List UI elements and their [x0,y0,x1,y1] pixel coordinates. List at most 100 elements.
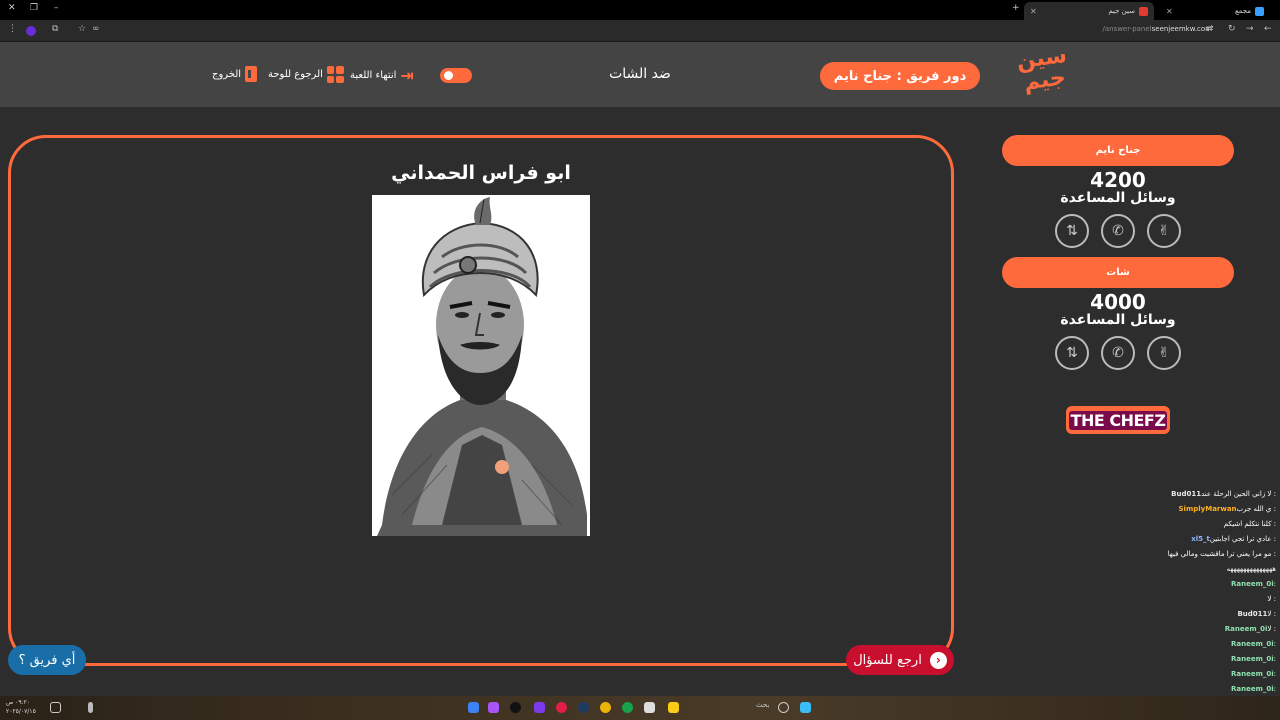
url-domain: seenjeemkw.com [1151,25,1212,33]
app-icon[interactable] [488,702,499,713]
steam-icon[interactable] [578,702,589,713]
chat-message: :Raneem_0i [1126,652,1276,667]
menu-icon[interactable]: ⋮ [8,24,17,34]
minimize-window-icon[interactable]: – [54,3,59,13]
team-name: جناح نايم [1002,135,1234,166]
close-tab-icon[interactable]: ✕ [1166,7,1173,16]
phone-aid-icon[interactable]: ✆ [1101,214,1135,248]
chat-text: : [1273,655,1276,663]
chat-message: : لاRaneem_0i [1126,622,1276,637]
chat-text: ههههههههههههههه [1226,565,1276,573]
tab-other[interactable]: ✕ مجمع [1160,2,1270,20]
chat-username: Raneem_0i [1230,580,1274,588]
clock-date: ٢٠٢٥/٠٧/١٥ [6,708,36,715]
chat-username: SimplyMarwan [1178,505,1237,513]
app-icon[interactable] [534,702,545,713]
aids-label: وسائل المساعدة [1060,190,1176,206]
sponsor-logo[interactable]: THE CHEFZ [1066,406,1170,434]
xbox-icon[interactable] [622,702,633,713]
team-card: شات 4000 وسائل المساعدة ⇅ ✆ ✌ [1002,257,1234,370]
aids-label: وسائل المساعدة [1060,312,1176,328]
pinterest-icon[interactable] [556,702,567,713]
phone-aid-icon[interactable]: ✆ [1101,336,1135,370]
chat-message: : كلنا نتكلم اشيكم [1126,517,1276,532]
clock-time: ٠٩:٢٠ ص [6,699,31,706]
clock[interactable]: ٠٩:٢٠ ص ٢٠٢٥/٠٧/١٥ [6,698,36,716]
mic-icon[interactable] [88,702,93,713]
chat-text: : لا [1267,625,1276,633]
back-to-question-button[interactable]: ‹ ارجع للسؤال [846,645,954,675]
site-favicon-icon [1139,6,1148,16]
back-to-board-label: الرجوع للوحة [268,69,323,80]
site-logo[interactable]: سين جيم [1013,43,1076,105]
chat-message: : ي الله جربSimplyMarwan [1126,502,1276,517]
sponsor-text: THE CHEFZ [1068,410,1168,430]
url-path: /answer-panel [1102,25,1152,33]
extensions-icon[interactable]: ⧉ [52,24,58,34]
app-icon[interactable] [468,702,479,713]
restore-window-icon[interactable]: ❐ [30,3,38,13]
site-favicon-icon [1255,6,1264,16]
close-window-icon[interactable]: ✕ [8,3,16,13]
profile-icon[interactable] [26,26,36,36]
windows-start-icon[interactable] [800,702,811,713]
back-to-question-label: ارجع للسؤال [853,652,922,668]
chat-username: Bud011 [1171,490,1202,498]
reload-icon[interactable]: ↻ [1228,24,1236,34]
arrow-right-icon: ⇥ [400,66,414,85]
end-game-button[interactable]: ⇥ انتهاء اللعبة [350,66,414,85]
chat-message: : لا زاني الحين الرحلة عندBud011 [1126,487,1276,502]
swap-aid-icon[interactable]: ⇅ [1055,214,1089,248]
chat-username: Raneem_0i [1224,625,1268,633]
new-tab-icon[interactable]: + [1012,3,1020,13]
team-card: جناح نايم 4200 وسائل المساعدة ⇅ ✆ ✌ [1002,135,1234,248]
chat-username: Raneem_0i [1230,655,1274,663]
chat-text: : [1273,580,1276,588]
chat-username: Raneem_0i [1230,670,1274,678]
chat-message: ههههههههههههههه [1126,562,1276,577]
which-team-button[interactable]: أي فريق ؟ [8,645,86,675]
chrome-icon[interactable] [600,702,611,713]
bookmark-star-icon[interactable]: ☆ [78,24,86,34]
two-answers-aid-icon[interactable]: ✌ [1147,214,1181,248]
chat-text: : لا [1267,610,1276,618]
end-game-label: انتهاء اللعبة [350,70,397,81]
forward-icon[interactable]: → [1246,24,1254,34]
portrait-illustration [372,195,590,536]
chevron-left-icon: ‹ [929,651,947,669]
exit-button[interactable]: الخروج [212,66,258,82]
chat-overlay: : لا زاني الحين الرحلة عندBud011: ي الله… [1126,487,1276,712]
chat-message: : عادي ترا تجي اجابتينxl5_t [1126,532,1276,547]
site-settings-icon[interactable]: ⇄ [1206,24,1214,34]
app-icon[interactable] [510,702,521,713]
calendar-icon[interactable] [644,702,655,713]
tab-active[interactable]: ✕ سين جيم [1024,2,1154,20]
team-score: 4000 [1090,290,1146,314]
swap-aid-icon[interactable]: ⇅ [1055,336,1089,370]
chat-username: xl5_t [1191,535,1210,543]
tab-title: مجمع [1234,7,1251,15]
chat-message: :Raneem_0i [1126,637,1276,652]
chat-text: : مو مرا يعني ترا ماقشيت ومالي فيها [1167,550,1276,558]
chat-text: : [1273,670,1276,678]
read-aloud-icon[interactable]: ∞ [92,24,100,34]
search-icon[interactable] [778,702,789,713]
chat-username: Raneem_0i [1230,640,1274,648]
url-text[interactable]: /answer-panelseenjeemkw.com [1102,25,1212,33]
site-header: سين جيم دور فريق : جناح نايم ضد الشات ⇥ … [0,42,1280,107]
notification-icon[interactable] [50,702,61,713]
chat-message: :Raneem_0i [1126,577,1276,592]
folder-icon[interactable] [668,702,679,713]
chat-text: : عادي ترا تجي اجابتين [1209,535,1276,543]
close-tab-icon[interactable]: ✕ [1030,7,1037,16]
two-answers-aid-icon[interactable]: ✌ [1147,336,1181,370]
chat-text: : لا زاني الحين الرحلة عند [1201,490,1276,498]
address-bar: ⋮ ⧉ ☆ ∞ /answer-panelseenjeemkw.com ⇄ ↻ … [0,20,1280,42]
back-icon[interactable]: ← [1264,24,1272,34]
team-name: شات [1002,257,1234,288]
chat-message: : مو مرا يعني ترا ماقشيت ومالي فيها [1126,547,1276,562]
back-to-board-button[interactable]: الرجوع للوحة [268,66,344,83]
door-exit-icon [245,66,258,82]
game-toggle[interactable] [440,68,472,83]
taskbar-search[interactable]: بحث [756,701,769,709]
